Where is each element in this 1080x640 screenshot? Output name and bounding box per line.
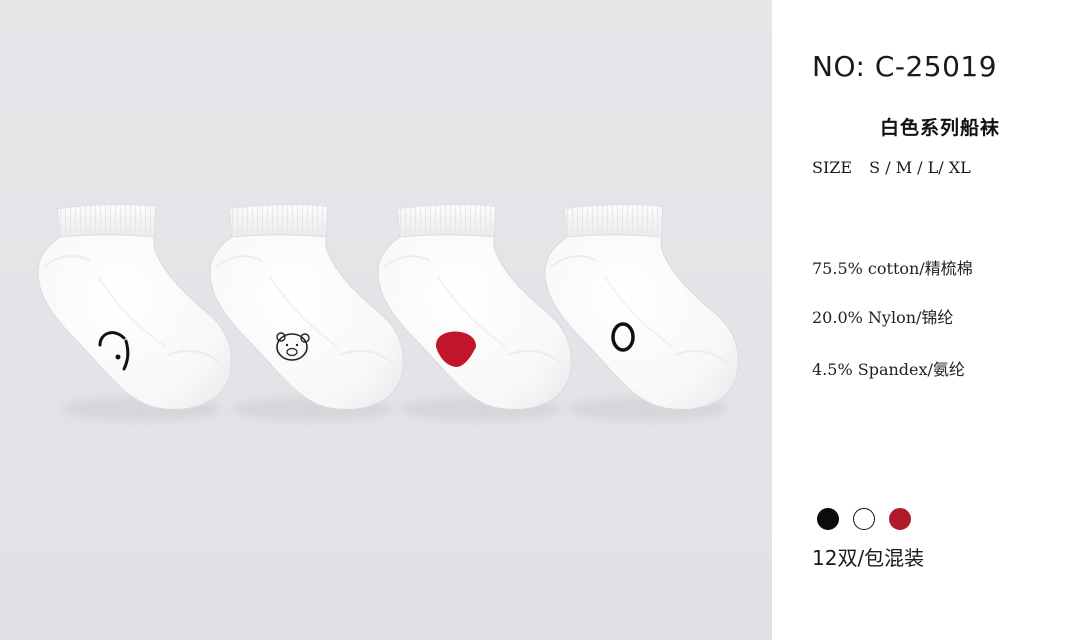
sock-3 [378,205,571,421]
pack-info: 12双/包混装 [812,546,925,570]
swatch-black [817,508,839,530]
material-cotton: 75.5% cotton/精梳棉 [812,259,973,278]
sock-4 [545,205,738,421]
material-nylon: 20.0% Nylon/锦纶 [812,308,954,327]
swatch-red [889,508,911,530]
product-photo [0,0,772,640]
socks-photo-illustration [0,0,772,640]
product-info-panel: NO: C-25019 白色系列船袜 SIZE S / M / L/ XL 75… [772,0,1080,640]
size-values: S / M / L/ XL [869,158,971,177]
swatch-white [853,508,875,530]
size-row: SIZE S / M / L/ XL [812,158,971,177]
sock-2 [210,205,403,421]
series-name: 白色系列船袜 [880,117,1001,139]
product-number: NO: C-25019 [812,50,998,83]
color-swatches [817,508,911,530]
material-spandex: 4.5% Spandex/氨纶 [812,360,965,379]
sock-1 [38,205,231,421]
size-label: SIZE [812,158,853,177]
